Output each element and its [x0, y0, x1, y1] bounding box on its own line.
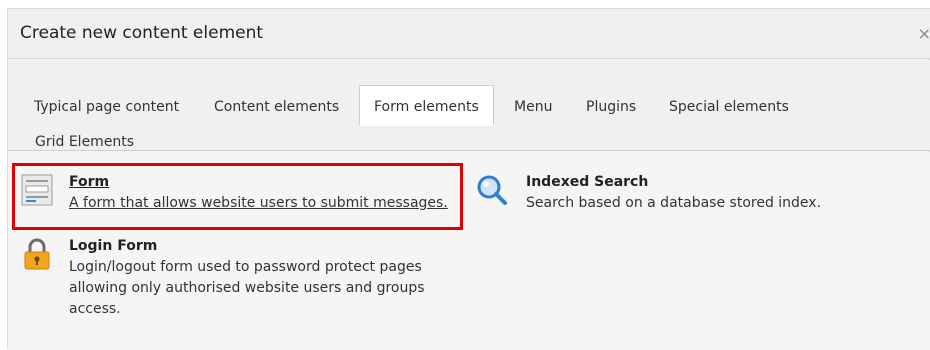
login-form-description: Login/logout form used to password prote… — [69, 259, 425, 317]
content-elements-list: Form A form that allows website users to… — [8, 152, 930, 350]
tab-plugins[interactable]: Plugins — [586, 88, 636, 126]
create-content-element-dialog: Create new content element × Typical pag… — [7, 8, 930, 350]
selection-highlight-box — [12, 163, 463, 230]
login-form-title: Login Form — [69, 238, 158, 254]
tab-content-elements[interactable]: Content elements — [214, 88, 339, 126]
tab-typical-page-content[interactable]: Typical page content — [34, 88, 179, 126]
search-icon — [477, 175, 507, 205]
tab-menu[interactable]: Menu — [514, 88, 552, 126]
lock-icon — [24, 238, 50, 270]
indexed-search-title: Indexed Search — [526, 174, 649, 190]
tab-special-elements[interactable]: Special elements — [669, 88, 789, 126]
close-button[interactable]: × — [918, 24, 930, 43]
dialog-header: Create new content element × — [8, 9, 930, 59]
tab-bar: Typical page content Content elements Fo… — [8, 60, 930, 151]
dialog-title: Create new content element — [20, 23, 264, 43]
content-item-login-form[interactable]: Login Form Login/logout form used to pas… — [21, 238, 461, 328]
tab-form-elements[interactable]: Form elements — [359, 85, 494, 126]
indexed-search-description: Search based on a database stored index. — [526, 195, 822, 211]
content-item-indexed-search[interactable]: Indexed Search Search based on a databas… — [476, 174, 856, 224]
